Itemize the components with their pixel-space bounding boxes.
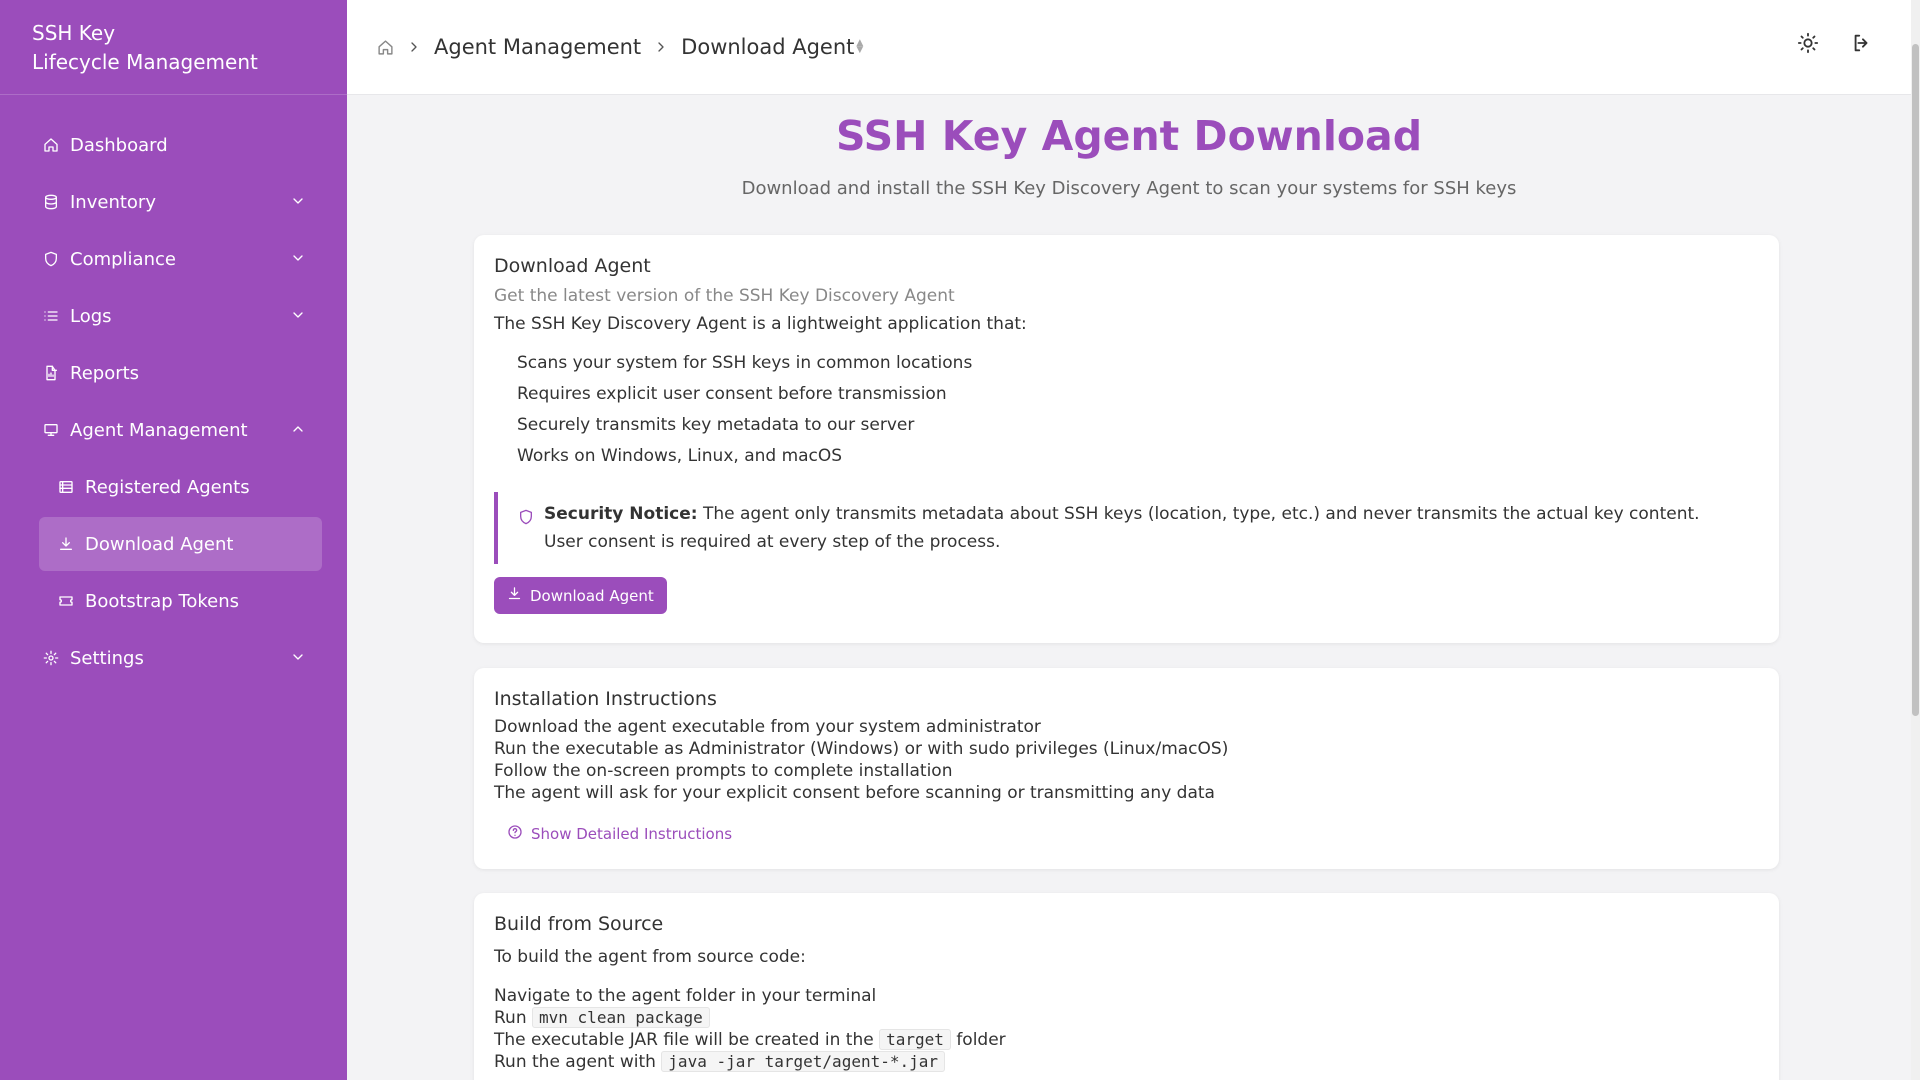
build-step: Run mvn clean package [494,1007,1759,1029]
help-circle-icon [507,824,523,844]
show-detailed-instructions-button[interactable]: Show Detailed Instructions [507,824,732,844]
install-step: Follow the on-screen prompts to complete… [494,761,953,781]
scrollbar[interactable] [1911,0,1920,1080]
breadcrumb-current: Download Agent [681,35,855,59]
button-label: Download Agent [530,586,654,605]
home-icon [42,136,60,154]
sidebar-item-label: Agent Management [70,419,248,441]
card-title: Build from Source [494,913,664,935]
chevron-down-icon [290,250,306,266]
sidebar-item-label: Registered Agents [85,476,250,498]
breadcrumb-parent[interactable]: Agent Management [434,35,641,59]
build-folder: target [879,1029,951,1050]
notice-label: Security Notice: [544,504,698,524]
brand-line-2: Lifecycle Management [32,50,258,74]
build-step-text: folder [956,1030,1006,1050]
shield-icon [518,506,534,556]
chevron-down-icon [290,307,306,323]
shield-icon [42,250,60,268]
chevron-down-icon [290,193,306,209]
sidebar-item-download-agent[interactable]: Download Agent [39,517,322,571]
sidebar-item-label: Compliance [70,248,176,270]
sidebar-item-agent-management[interactable]: Agent Management [39,403,322,457]
sidebar-item-label: Download Agent [85,533,234,555]
install-step: The agent will ask for your explicit con… [494,783,1215,803]
notice-body: Security Notice: The agent only transmit… [544,500,1729,556]
sidebar-item-label: Dashboard [70,134,168,156]
sidebar-item-label: Inventory [70,191,156,213]
sidebar-nav: Dashboard Inventory Compliance Logs Repo… [0,95,347,685]
list-item: Requires explicit user consent before tr… [517,384,947,404]
database-icon [42,193,60,211]
sidebar-item-label: Bootstrap Tokens [85,590,240,612]
install-steps: Download the agent executable from your … [494,716,1759,804]
download-icon [507,586,522,605]
installation-instructions-card: Installation Instructions Download the a… [474,668,1779,869]
sidebar-item-label: Logs [70,305,112,327]
build-command: mvn clean package [532,1007,710,1028]
install-step: Download the agent executable from your … [494,717,1041,737]
ticket-icon [57,592,75,610]
sidebar-item-inventory[interactable]: Inventory [39,175,322,229]
install-step: Run the executable as Administrator (Win… [494,739,1229,759]
chevron-up-icon [290,421,306,437]
download-agent-button[interactable]: Download Agent [494,577,667,614]
list-item: Scans your system for SSH keys in common… [517,353,973,373]
sidebar-item-compliance[interactable]: Compliance [39,232,322,286]
card-title: Download Agent [494,255,651,277]
run-command: java -jar target/agent-*.jar [661,1051,946,1072]
sun-icon[interactable] [1797,32,1819,58]
brand-line-1: SSH Key [32,21,116,45]
feature-list: Scans your system for SSH keys in common… [517,353,1759,477]
chevron-down-icon [290,649,306,665]
chevron-right-icon [406,39,422,55]
sidebar-item-settings[interactable]: Settings [39,631,322,685]
scrollbar-thumb[interactable] [1912,44,1919,716]
download-icon [57,535,75,553]
card-intro: The SSH Key Discovery Agent is a lightwe… [494,314,1027,334]
build-step: The executable JAR file will be created … [494,1029,1759,1051]
top-actions [1797,32,1873,58]
card-intro: To build the agent from source code: [494,947,806,967]
download-agent-card: Download Agent Get the latest version of… [474,235,1779,643]
list-item: Works on Windows, Linux, and macOS [517,446,843,466]
sidebar-item-label: Settings [70,647,144,669]
main-content: SSH Key Agent Download Download and inst… [347,95,1911,1080]
build-step: Run the agent with java -jar target/agen… [494,1051,1759,1073]
gear-icon [42,649,60,667]
build-step-text: Run the agent with [494,1052,656,1072]
logout-icon[interactable] [1851,32,1873,58]
server-list-icon [57,478,75,496]
link-label: Show Detailed Instructions [531,825,733,843]
notice-text: The agent only transmits metadata about … [544,504,1700,552]
home-icon[interactable] [377,39,394,56]
list-item: Securely transmits key metadata to our s… [517,415,915,435]
chevron-right-icon [653,39,669,55]
sidebar-item-logs[interactable]: Logs [39,289,322,343]
breadcrumb: Agent Management Download Agent ▲ ▼ [377,35,863,59]
build-step: Navigate to the agent folder in your ter… [494,986,877,1006]
sidebar-item-dashboard[interactable]: Dashboard [39,118,322,172]
top-bar: Agent Management Download Agent ▲ ▼ [347,0,1911,95]
security-notice: Security Notice: The agent only transmit… [494,492,1759,564]
sidebar: SSH Key Lifecycle Management Dashboard I… [0,0,347,1080]
brand: SSH Key Lifecycle Management [0,0,347,95]
monitor-icon [42,421,60,439]
sidebar-item-reports[interactable]: Reports [39,346,322,400]
file-chart-icon [42,364,60,382]
build-steps: Navigate to the agent folder in your ter… [494,985,1759,1073]
list-icon [42,307,60,325]
page-subtitle: Download and install the SSH Key Discove… [741,178,1517,199]
build-from-source-card: Build from Source To build the agent fro… [474,893,1779,1080]
sidebar-item-registered-agents[interactable]: Registered Agents [39,460,322,514]
card-subtitle: Get the latest version of the SSH Key Di… [494,286,955,306]
sidebar-item-bootstrap-tokens[interactable]: Bootstrap Tokens [39,574,322,628]
sort-icon: ▲ ▼ [856,38,864,55]
build-step-text: The executable JAR file will be created … [494,1030,874,1050]
build-step-text: Run [494,1008,527,1028]
sidebar-item-label: Reports [70,362,140,384]
page-title: SSH Key Agent Download [835,112,1423,160]
card-title: Installation Instructions [494,688,717,710]
